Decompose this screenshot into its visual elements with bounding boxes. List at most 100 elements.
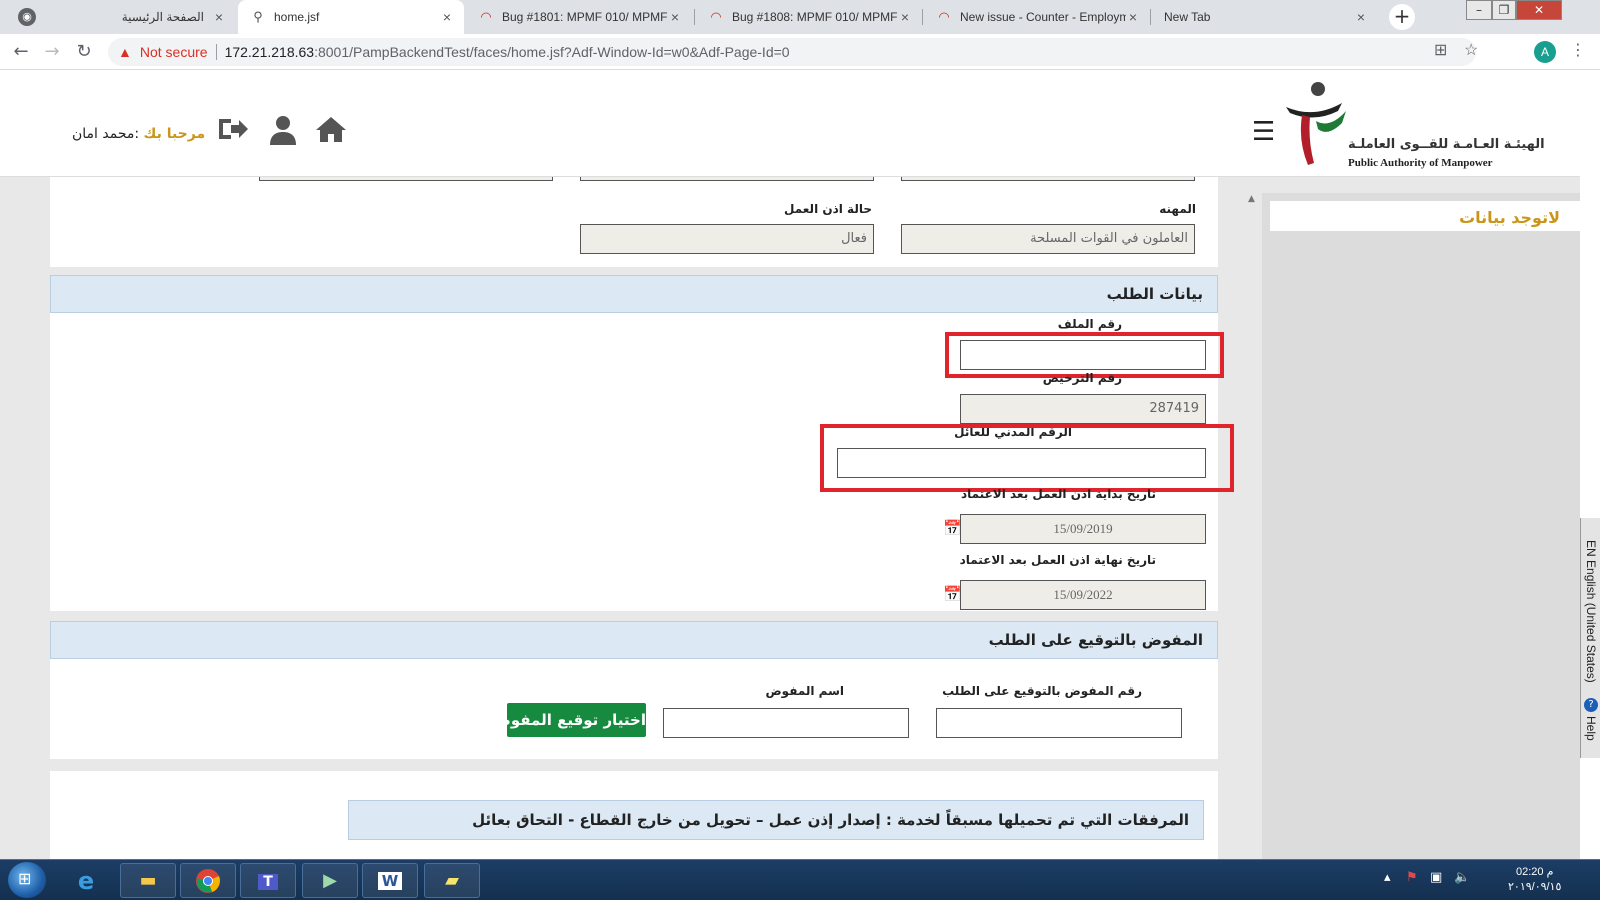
back-arrow-icon[interactable]: ← bbox=[9, 40, 33, 64]
user-profile-icon[interactable] bbox=[270, 115, 296, 152]
language-name: English (United States) bbox=[1584, 560, 1598, 683]
home-icon[interactable] bbox=[315, 115, 347, 150]
highlight-box-sponsor-civil-id bbox=[820, 424, 1234, 492]
permit-status-label: حالة اذن العمل bbox=[784, 202, 872, 216]
reload-icon[interactable]: ↻ bbox=[72, 40, 96, 64]
tab-bug-1808[interactable]: ◠ Bug #1808: MPMF 010/ MPMF 0 × bbox=[696, 0, 922, 34]
minimize-button[interactable]: – bbox=[1466, 0, 1492, 20]
teams-icon[interactable]: T bbox=[240, 863, 296, 898]
request-data-panel: بيانات الطلب رقم الملف رقم الترخيص 28741… bbox=[50, 275, 1234, 611]
permit-end-label: تاريخ نهاية اذن العمل بعد الاعتماد bbox=[959, 553, 1156, 567]
partial-field[interactable] bbox=[259, 177, 553, 181]
language-bar-text: EN English (United States) bbox=[1584, 540, 1598, 683]
section-title: المرفقات التي تم تحميلها مسبقاً لخدمة : … bbox=[472, 811, 1189, 829]
close-icon[interactable]: × bbox=[898, 9, 912, 25]
logout-icon[interactable] bbox=[217, 115, 249, 150]
permit-start-date-field[interactable]: 15/09/2019 bbox=[960, 514, 1206, 544]
help-icon[interactable]: ? bbox=[1584, 698, 1598, 712]
profile-avatar[interactable]: A bbox=[1534, 41, 1556, 63]
tab-title: Bug #1808: MPMF 010/ MPMF 0 bbox=[732, 10, 898, 24]
chrome-icon[interactable] bbox=[180, 863, 236, 898]
signatory-section-header: المفوض بالتوقيع على الطلب bbox=[50, 621, 1218, 659]
redmine-favicon-icon: ◠ bbox=[710, 9, 722, 24]
close-icon[interactable]: × bbox=[440, 9, 454, 25]
profession-label: المهنه bbox=[1159, 202, 1196, 216]
help-label[interactable]: Help bbox=[1584, 716, 1598, 741]
permit-start-label: تاريخ بداية اذن العمل بعد الاعتماد bbox=[960, 487, 1156, 501]
tab-bug-1801[interactable]: ◠ Bug #1801: MPMF 010/ MPMF 0 × bbox=[466, 0, 692, 34]
media-player-icon[interactable]: ▶ bbox=[302, 863, 358, 898]
attachments-section-header: المرفقات التي تم تحميلها مسبقاً لخدمة : … bbox=[348, 800, 1204, 840]
pam-logo: الهيئـة العـامـة للقــوى العاملـة Public… bbox=[1286, 81, 1545, 171]
logo-english-text: Public Authority of Manpower bbox=[1348, 157, 1493, 169]
window-close-button[interactable]: ✕ bbox=[1516, 0, 1562, 20]
bookmark-star-icon[interactable]: ☆ bbox=[1464, 40, 1478, 60]
section-title: بيانات الطلب bbox=[1106, 285, 1203, 303]
action-center-flag-icon[interactable]: ⚑ bbox=[1406, 870, 1418, 885]
close-icon[interactable]: × bbox=[668, 9, 682, 25]
permit-status-field[interactable]: فعال bbox=[580, 224, 874, 254]
forward-arrow-icon[interactable]: → bbox=[40, 40, 64, 64]
scroll-up-arrow-icon[interactable]: ▲ bbox=[1248, 194, 1255, 204]
chrome-menu-icon[interactable]: ◉ bbox=[18, 8, 36, 26]
side-panel: لاتوجد بيانات bbox=[1262, 193, 1580, 859]
windows-taskbar: ⊞ e ▬ T ▶ W ▰ ▴ ⚑ ▣ 🔈 02:20 م ٢٠١٩/٠٩/١٥ bbox=[0, 859, 1600, 900]
calendar-icon[interactable]: 📅 bbox=[943, 519, 962, 537]
language-bar[interactable]: EN English (United States) ? Help bbox=[1580, 518, 1600, 758]
tab-separator bbox=[1150, 9, 1151, 25]
start-button[interactable]: ⊞ bbox=[8, 862, 46, 898]
file-explorer-icon[interactable]: ▬ bbox=[120, 863, 176, 898]
hamburger-menu-icon[interactable]: ☰ bbox=[1252, 117, 1275, 147]
tab-title: home.jsf bbox=[274, 10, 320, 24]
partial-field[interactable] bbox=[580, 177, 874, 181]
tab-home-ar[interactable]: الصفحة الرئيسية × bbox=[44, 0, 236, 34]
close-icon[interactable]: × bbox=[1354, 9, 1368, 25]
section-title: المفوض بالتوقيع على الطلب bbox=[988, 631, 1203, 649]
tab-new-tab[interactable]: New Tab × bbox=[1152, 0, 1378, 34]
divider bbox=[215, 44, 217, 60]
security-status[interactable]: Not secure bbox=[140, 44, 208, 60]
sticky-notes-icon[interactable]: ▰ bbox=[424, 863, 480, 898]
redmine-favicon-icon: ◠ bbox=[938, 9, 950, 24]
system-clock[interactable]: 02:20 م ٢٠١٩/٠٩/١٥ bbox=[1508, 865, 1561, 895]
language-code: EN bbox=[1584, 540, 1598, 557]
maximize-button[interactable]: ❐ bbox=[1492, 0, 1516, 20]
license-number-field[interactable]: 287419 bbox=[960, 394, 1206, 424]
tab-separator bbox=[922, 9, 923, 25]
profession-field[interactable]: العاملون في القوات المسلحة bbox=[901, 224, 1195, 254]
close-icon[interactable]: × bbox=[212, 9, 226, 25]
internet-explorer-icon[interactable]: e bbox=[58, 863, 114, 898]
close-icon[interactable]: × bbox=[1126, 9, 1140, 25]
volume-icon[interactable]: 🔈 bbox=[1454, 870, 1470, 885]
translate-icon[interactable]: ⊞ bbox=[1434, 40, 1447, 60]
tray-expand-icon[interactable]: ▴ bbox=[1384, 870, 1391, 885]
tab-title: New Tab bbox=[1164, 10, 1211, 24]
signatory-name-field[interactable] bbox=[663, 708, 909, 738]
greeting: مرحبا بك :محمد امان bbox=[72, 126, 205, 142]
clock-date: ٢٠١٩/٠٩/١٥ bbox=[1508, 881, 1562, 893]
signatory-number-field[interactable] bbox=[936, 708, 1182, 738]
more-menu-icon[interactable]: ⋮ bbox=[1570, 40, 1586, 59]
tab-home-jsf[interactable]: ⚲ home.jsf × bbox=[238, 0, 464, 34]
url-path: :8001/PampBackendTest/faces/home.jsf?Adf… bbox=[314, 44, 790, 60]
tab-separator bbox=[694, 9, 695, 25]
word-icon[interactable]: W bbox=[362, 863, 418, 898]
new-tab-button[interactable]: + bbox=[1389, 4, 1415, 30]
address-bar[interactable]: ▲ Not secure 172.21.218.63 :8001/PampBac… bbox=[108, 38, 1478, 66]
signatory-number-label: رقم المفوض بالتوقيع على الطلب bbox=[942, 684, 1142, 698]
partial-field[interactable] bbox=[901, 177, 1195, 181]
greeting-hello: مرحبا بك bbox=[143, 126, 206, 142]
browser-tab-bar: ◉ الصفحة الرئيسية × ⚲ home.jsf × ◠ Bug #… bbox=[0, 0, 1600, 34]
permit-end-date-field[interactable]: 15/09/2022 bbox=[960, 580, 1206, 610]
network-icon[interactable]: ▣ bbox=[1430, 870, 1442, 885]
choose-signatory-button[interactable]: اختيار توقيع المفوض bbox=[491, 703, 646, 737]
clock-time: 02:20 م bbox=[1515, 866, 1554, 878]
page-favicon-icon: ⚲ bbox=[253, 9, 263, 24]
license-number-label: رقم الترخيص bbox=[1042, 371, 1122, 385]
logo-arabic-text: الهيئـة العـامـة للقــوى العاملـة bbox=[1348, 137, 1545, 152]
main-content: المهنه العاملون في القوات المسلحة حالة ا… bbox=[0, 177, 1580, 859]
tab-new-issue[interactable]: ◠ New issue - Counter - Employm × bbox=[924, 0, 1150, 34]
tab-title: Bug #1801: MPMF 010/ MPMF 0 bbox=[502, 10, 668, 24]
app-header: مرحبا بك :محمد امان ☰ الهيئـة العـامـة ل… bbox=[0, 71, 1580, 177]
calendar-icon[interactable]: 📅 bbox=[943, 585, 962, 603]
